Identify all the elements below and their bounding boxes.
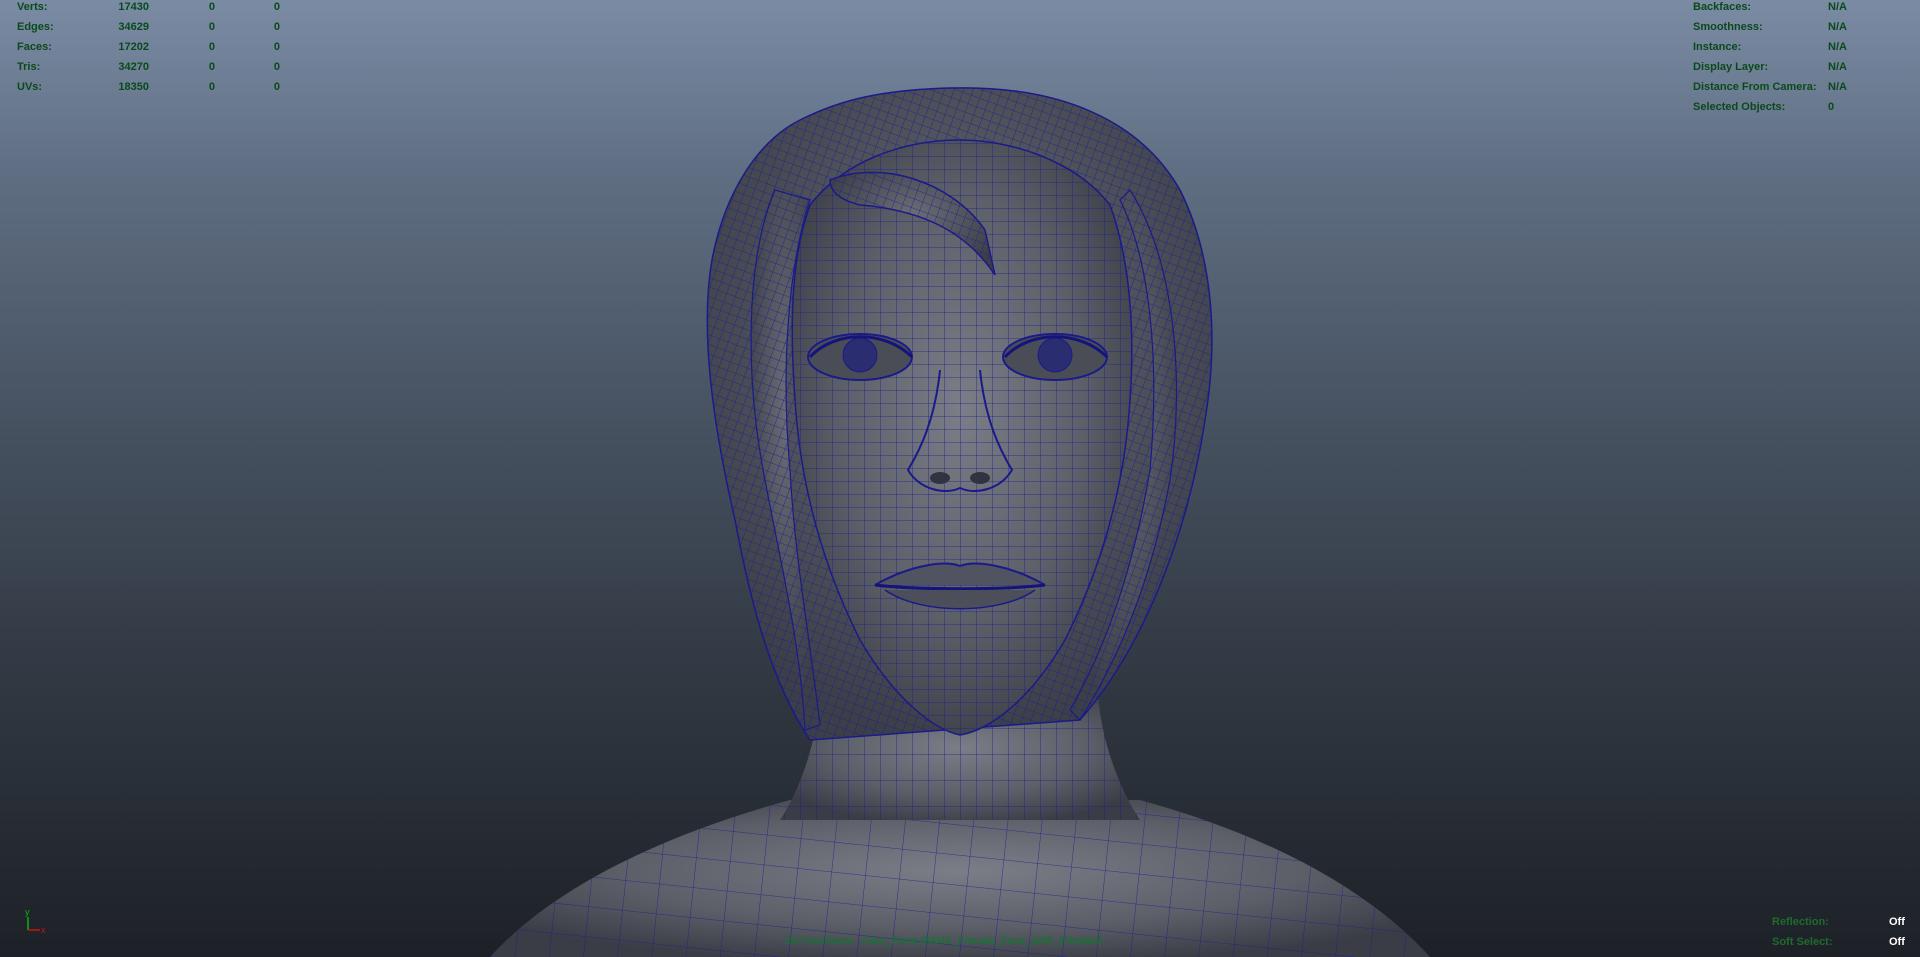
right-eye-mesh (1002, 333, 1109, 381)
y-axis-label: y (25, 907, 30, 917)
toggle-label: Soft Select: (1772, 936, 1833, 948)
stats-value-selected: 0 (208, 21, 215, 33)
stats-label: Tris: (17, 61, 41, 73)
stats-row-faces: Faces: 17202 0 0 (17, 37, 297, 57)
stats-label: Faces: (17, 41, 52, 53)
axis-gizmo-icon: y x (25, 907, 46, 935)
stats-row-uvs: UVs: 18350 0 0 (17, 77, 297, 97)
info-row-smoothness: Smoothness: N/A (1693, 17, 1913, 37)
stats-label: UVs: (17, 81, 43, 93)
camera-name-label: 2D Pan/Zoom : Cam_Front (Bi046_Female_Fa… (785, 935, 1103, 947)
object-info-hud: Backfaces: N/A Smoothness: N/A Instance:… (1693, 0, 1913, 117)
toggle-row-reflection: Reflection: Off (1772, 912, 1912, 932)
stats-value-total: 17430 (118, 1, 149, 13)
info-row-display-layer: Display Layer: N/A (1693, 57, 1913, 77)
stats-value-selected: 0 (208, 61, 215, 73)
toggle-row-soft-select: Soft Select: Off (1772, 932, 1912, 952)
info-label: Smoothness: (1693, 21, 1763, 33)
info-row-selected-objects: Selected Objects: 0 (1693, 97, 1913, 117)
stats-label: Edges: (17, 21, 54, 33)
stats-value-selected: 0 (208, 41, 215, 53)
toggle-value: Off (1889, 936, 1905, 948)
toggle-hud: Reflection: Off Soft Select: Off (1772, 912, 1912, 952)
viewport-3d-model[interactable] (0, 0, 1920, 957)
info-label: Selected Objects: (1693, 101, 1786, 113)
stats-label: Verts: (17, 1, 48, 13)
shoulders-mesh (490, 800, 1430, 957)
x-axis-label: x (41, 925, 46, 935)
left-eye-mesh (807, 333, 914, 381)
stats-value-component: 0 (273, 81, 280, 93)
stats-row-edges: Edges: 34629 0 0 (17, 17, 297, 37)
info-value: N/A (1828, 41, 1847, 53)
info-value: N/A (1828, 1, 1847, 13)
stats-value-selected: 0 (208, 1, 215, 13)
info-row-distance: Distance From Camera: N/A (1693, 77, 1913, 97)
info-label: Backfaces: (1693, 1, 1752, 13)
stats-value-component: 0 (273, 21, 280, 33)
info-label: Instance: (1693, 41, 1742, 53)
info-label: Distance From Camera: (1693, 81, 1817, 93)
info-value: N/A (1828, 81, 1847, 93)
info-label: Display Layer: (1693, 61, 1769, 73)
stats-row-tris: Tris: 34270 0 0 (17, 57, 297, 77)
info-value: N/A (1828, 21, 1847, 33)
poly-count-hud: Verts: 17430 0 0 Edges: 34629 0 0 Faces:… (17, 0, 297, 97)
stats-row-verts: Verts: 17430 0 0 (17, 0, 297, 17)
toggle-label: Reflection: (1772, 916, 1829, 928)
toggle-value: Off (1889, 916, 1905, 928)
info-row-instance: Instance: N/A (1693, 37, 1913, 57)
stats-value-total: 18350 (118, 81, 149, 93)
info-value: N/A (1828, 61, 1847, 73)
stats-value-total: 17202 (118, 41, 149, 53)
stats-value-total: 34270 (118, 61, 149, 73)
stats-value-component: 0 (273, 41, 280, 53)
stats-value-component: 0 (273, 1, 280, 13)
stats-value-component: 0 (273, 61, 280, 73)
stats-value-selected: 0 (208, 81, 215, 93)
stats-value-total: 34629 (118, 21, 149, 33)
info-row-backfaces: Backfaces: N/A (1693, 0, 1913, 17)
info-value: 0 (1828, 101, 1835, 113)
